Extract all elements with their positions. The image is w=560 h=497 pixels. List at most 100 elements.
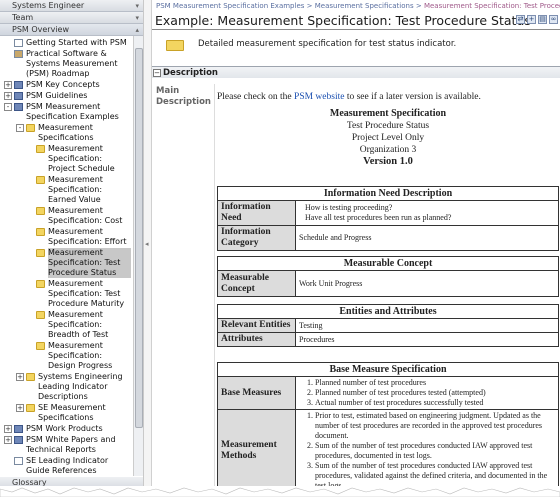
collapse-icon[interactable]: - [16,124,24,132]
breadcrumb-separator: > [304,2,315,10]
breadcrumb-link[interactable]: Measurement Specifications [315,2,414,10]
expand-icon[interactable]: + [4,92,12,100]
tree-node[interactable]: + SE Measurement Specifications [0,403,143,423]
nav-header-psm-overview[interactable]: PSM Overview ▴ [0,24,143,36]
tree-node[interactable]: + PSM White Papers and Technical Reports [0,435,143,455]
nav-header-label: PSM Overview [12,25,70,34]
tree-node-label: Practical Software & Systems Measurement… [26,49,118,78]
table-title: Entities and Attributes [217,304,559,319]
folder-icon [36,207,45,215]
collapse-icon[interactable]: - [4,103,12,111]
expand-icon[interactable]: + [16,404,24,412]
tree-node[interactable]: Getting Started with PSM [0,38,143,48]
tree-node[interactable]: Measurement Specification: Project Sched… [0,144,143,174]
tree-node[interactable]: Measurement Specification: Effort [0,227,143,247]
book-icon [14,81,23,89]
tree-node[interactable]: Measurement Specification: Cost [0,206,143,226]
table-title: Measurable Concept [217,256,559,271]
table-key: Information Category [217,225,296,251]
tree-node[interactable]: Measurement Specification: Breadth of Te… [0,310,143,340]
nav-header-systems-engineer[interactable]: Systems Engineer ▾ [0,0,143,12]
tree-node-label: PSM Measurement Specification Examples [26,102,119,121]
folder-icon [36,249,45,257]
nav-scrollbar[interactable] [133,36,143,476]
section-header-description[interactable]: − Description [152,66,560,78]
table-value: Schedule and Progress [295,225,559,251]
tree-node-label: SE Measurement Specifications [38,403,106,422]
psm-website-link[interactable]: PSM website [294,92,344,102]
tree-node[interactable]: Measurement Specification: Earned Value [0,175,143,205]
table-value: Procedures [295,332,559,347]
measurable-concept-table: Measurable Concept Measurable Concept Wor… [217,256,559,297]
tree-node-label: Measurement Specifications [38,123,94,142]
folder-icon [36,280,45,288]
collapse-arrow-icon[interactable]: ◂ [145,240,149,248]
tree-node-label: PSM Key Concepts [26,80,100,89]
nav-scrollbar-thumb[interactable] [135,48,143,428]
folder-icon [26,404,35,412]
nav-header-team[interactable]: Team ▾ [0,12,143,24]
table-value: Planned number of test procedures Planne… [295,376,559,410]
sync-icon[interactable]: ⇄ [516,15,525,24]
spec-version: Version 1.0 [363,156,413,167]
version-note: Please check on the PSM website to see i… [217,92,481,102]
tree-node[interactable]: - Measurement Specifications [0,123,143,143]
chevron-icon: ▾ [135,14,139,22]
list-item: Planned number of test procedures [315,378,555,388]
print-icon[interactable]: ▤ [538,15,547,24]
book-icon [14,436,23,444]
pane-splitter[interactable]: ◂ [144,0,152,497]
expand-icon[interactable]: + [527,15,536,24]
book-icon [14,103,23,111]
folder-icon [26,124,35,132]
breadcrumb-separator: > [413,2,424,10]
breadcrumb-current: Measurement Specification: Test Procedur… [423,2,560,10]
tree-node-label: PSM White Papers and Technical Reports [26,435,116,454]
tree-node[interactable]: Measurement Specification: Test Procedur… [0,248,143,278]
tree-node-label: Measurement Specification: Breadth of Te… [48,310,109,339]
tree-node-label: Measurement Specification: Cost [48,206,123,225]
value-line: Have all test procedures been run as pla… [305,213,452,222]
table-key: Relevant Entities [217,318,296,333]
title-bar: Example: Measurement Specification: Test… [152,12,560,30]
breadcrumb: PSM Measurement Specification Examples >… [152,0,560,12]
list-item: Prior to test, estimated based on engine… [315,411,555,441]
tree-node[interactable]: SE Leading Indicator Guide References [0,456,143,476]
tree-node[interactable]: - PSM Measurement Specification Examples [0,102,143,122]
tree-node[interactable]: Measurement Specification: Design Progre… [0,341,143,371]
base-measure-table: Base Measure Specification Base Measures… [217,362,559,493]
breadcrumb-link[interactable]: PSM Measurement Specification Examples [156,2,304,10]
tree-node-label: PSM Work Products [26,424,103,433]
expand-icon[interactable]: + [4,436,12,444]
entities-attributes-table: Entities and Attributes Relevant Entitie… [217,304,559,347]
folder-icon [36,342,45,350]
main-description-label: Main Description [156,86,211,107]
expand-icon[interactable]: + [16,373,24,381]
expand-icon[interactable]: + [4,81,12,89]
tree-node[interactable]: + PSM Work Products [0,424,143,434]
table-value: Prior to test, estimated based on engine… [295,409,559,493]
tree-node[interactable]: + Systems Engineering Leading Indicator D… [0,372,143,402]
nav-tree: Getting Started with PSM Practical Softwa… [0,36,143,487]
value-line: How is testing proceeding? [305,203,393,212]
collapse-section-icon[interactable]: − [153,69,161,77]
tree-node-label: Measurement Specification: Design Progre… [48,341,113,370]
summary-row: Detailed measurement specification for t… [152,30,560,66]
tree-node[interactable]: + PSM Key Concepts [0,80,143,90]
table-key: Measurable Concept [217,270,296,297]
folder-icon [36,311,45,319]
tree-node[interactable]: + PSM Guidelines [0,91,143,101]
expand-icon[interactable]: + [4,425,12,433]
main-description-content: Please check on the PSM website to see i… [214,84,560,497]
link-icon[interactable]: ∞ [549,15,558,24]
page-icon [14,39,23,47]
tree-node[interactable]: Practical Software & Systems Measurement… [0,49,143,79]
table-key: Attributes [217,332,296,347]
tree-node-label: Measurement Specification: Test Procedur… [48,279,125,308]
version-note-text: to see if a later version is available. [346,92,481,102]
spec-heading: Measurement Specification Test Procedure… [215,108,560,168]
info-need-table: Information Need Description Information… [217,186,559,251]
tree-node-label: Measurement Specification: Project Sched… [48,144,115,173]
tree-node[interactable]: Measurement Specification: Test Procedur… [0,279,143,309]
tree-node-label: PSM Guidelines [26,91,88,100]
